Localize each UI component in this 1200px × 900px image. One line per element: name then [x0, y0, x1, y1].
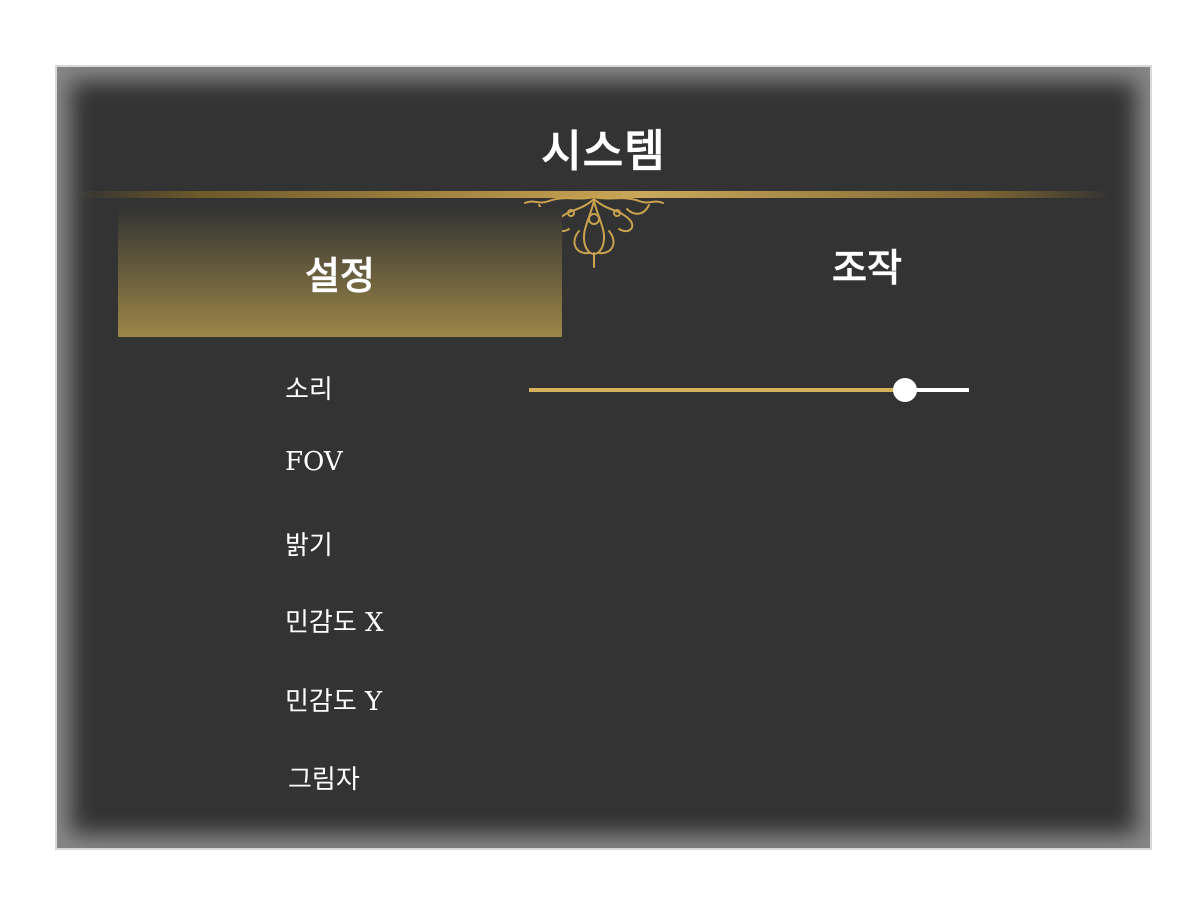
- setting-label-sensitivity-x[interactable]: 민감도 X: [285, 602, 384, 639]
- setting-label-sensitivity-y[interactable]: 민감도 Y: [285, 681, 382, 718]
- slider-handle[interactable]: [893, 378, 917, 402]
- setting-label-shadows[interactable]: 그림자: [288, 759, 360, 796]
- setting-label-fov[interactable]: FOV: [285, 447, 343, 477]
- setting-label-brightness[interactable]: 밝기: [285, 525, 333, 562]
- menu-title: 시스템: [541, 126, 666, 177]
- tab-settings[interactable]: 설정: [118, 207, 562, 337]
- tab-controls[interactable]: 조작: [647, 207, 1087, 337]
- system-menu-panel: 시스템 설정 조작 소리 FOV 밝기 민감도 X 민감도 Y 그림자: [55, 65, 1152, 850]
- tab-settings-label: 설정: [305, 252, 375, 298]
- tab-controls-label: 조작: [832, 244, 902, 290]
- slider-filled-track: [529, 388, 905, 392]
- sound-volume-slider[interactable]: [529, 377, 969, 403]
- setting-label-sound[interactable]: 소리: [285, 369, 333, 406]
